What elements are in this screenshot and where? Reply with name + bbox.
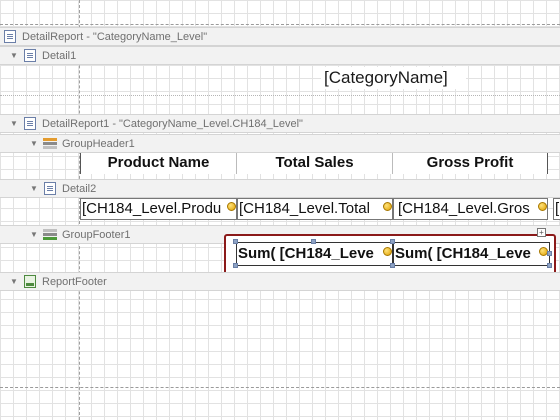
- band-detail-report[interactable]: DetailReport - "CategoryName_Level": [0, 27, 560, 46]
- sum-gross-profit-field[interactable]: Sum( [CH184_Leve: [393, 242, 550, 266]
- resize-handle[interactable]: [390, 263, 395, 268]
- detail-band-icon: [44, 182, 56, 195]
- band-label: DetailReport - "CategoryName_Level": [22, 31, 208, 43]
- resize-handle[interactable]: [233, 239, 238, 244]
- group-footer-icon: [43, 229, 57, 241]
- report-footer-icon: [24, 275, 36, 288]
- band-label: Detail2: [62, 183, 97, 195]
- resize-handle[interactable]: [311, 239, 316, 244]
- band-detail1[interactable]: ▼ Detail1: [0, 46, 560, 65]
- smart-tag-icon[interactable]: [383, 202, 392, 211]
- smart-tag-icon[interactable]: [538, 202, 547, 211]
- report-icon: [24, 117, 36, 130]
- collapse-arrow-icon[interactable]: ▼: [10, 119, 18, 128]
- top-margin-guide: [0, 24, 560, 25]
- band-label: GroupFooter1: [62, 229, 131, 241]
- product-name-field[interactable]: [CH184_Level.Produ: [80, 198, 237, 220]
- band-label: ReportFooter: [42, 276, 107, 288]
- band-report-footer[interactable]: ▼ ReportFooter: [0, 272, 560, 291]
- category-name-field[interactable]: [CategoryName]: [321, 67, 466, 89]
- total-sales-field[interactable]: [CH184_Level.Total: [237, 198, 393, 220]
- band-label: DetailReport1 - "CategoryName_Level.CH18…: [42, 118, 303, 130]
- header-gross-profit[interactable]: Gross Profit: [393, 153, 548, 174]
- gross-profit-field[interactable]: [CH184_Level.Gros: [393, 198, 548, 220]
- band-detail2[interactable]: ▼ Detail2: [0, 179, 560, 198]
- sum-total-sales-field[interactable]: Sum( [CH184_Leve: [236, 242, 393, 266]
- smart-tag-icon[interactable]: [383, 247, 392, 256]
- collapse-arrow-icon[interactable]: ▼: [30, 139, 38, 148]
- collapse-arrow-icon[interactable]: ▼: [10, 51, 18, 60]
- resize-handle[interactable]: [547, 251, 552, 256]
- detail1-bottom-guide: [0, 95, 560, 96]
- detail-band-icon: [24, 49, 36, 62]
- band-label: Detail1: [42, 50, 77, 62]
- band-label: GroupHeader1: [62, 138, 135, 150]
- report-icon: [4, 30, 16, 43]
- resize-handle[interactable]: [390, 239, 395, 244]
- collapse-arrow-icon[interactable]: ▼: [30, 184, 38, 193]
- header-product-name[interactable]: Product Name: [80, 153, 237, 174]
- resize-handle[interactable]: [547, 263, 552, 268]
- collapse-arrow-icon[interactable]: ▼: [30, 230, 38, 239]
- overflow-field[interactable]: [: [553, 198, 560, 220]
- collapse-arrow-icon[interactable]: ▼: [10, 277, 18, 286]
- band-group-header1[interactable]: ▼ GroupHeader1: [0, 134, 560, 153]
- bottom-margin-guide: [0, 387, 560, 388]
- band-detail-report1[interactable]: ▼ DetailReport1 - "CategoryName_Level.CH…: [0, 114, 560, 133]
- resize-handle[interactable]: [233, 263, 238, 268]
- group-header-icon: [43, 138, 57, 150]
- move-glyph-icon[interactable]: +: [537, 228, 546, 237]
- smart-tag-icon[interactable]: [227, 202, 236, 211]
- header-total-sales[interactable]: Total Sales: [237, 153, 393, 174]
